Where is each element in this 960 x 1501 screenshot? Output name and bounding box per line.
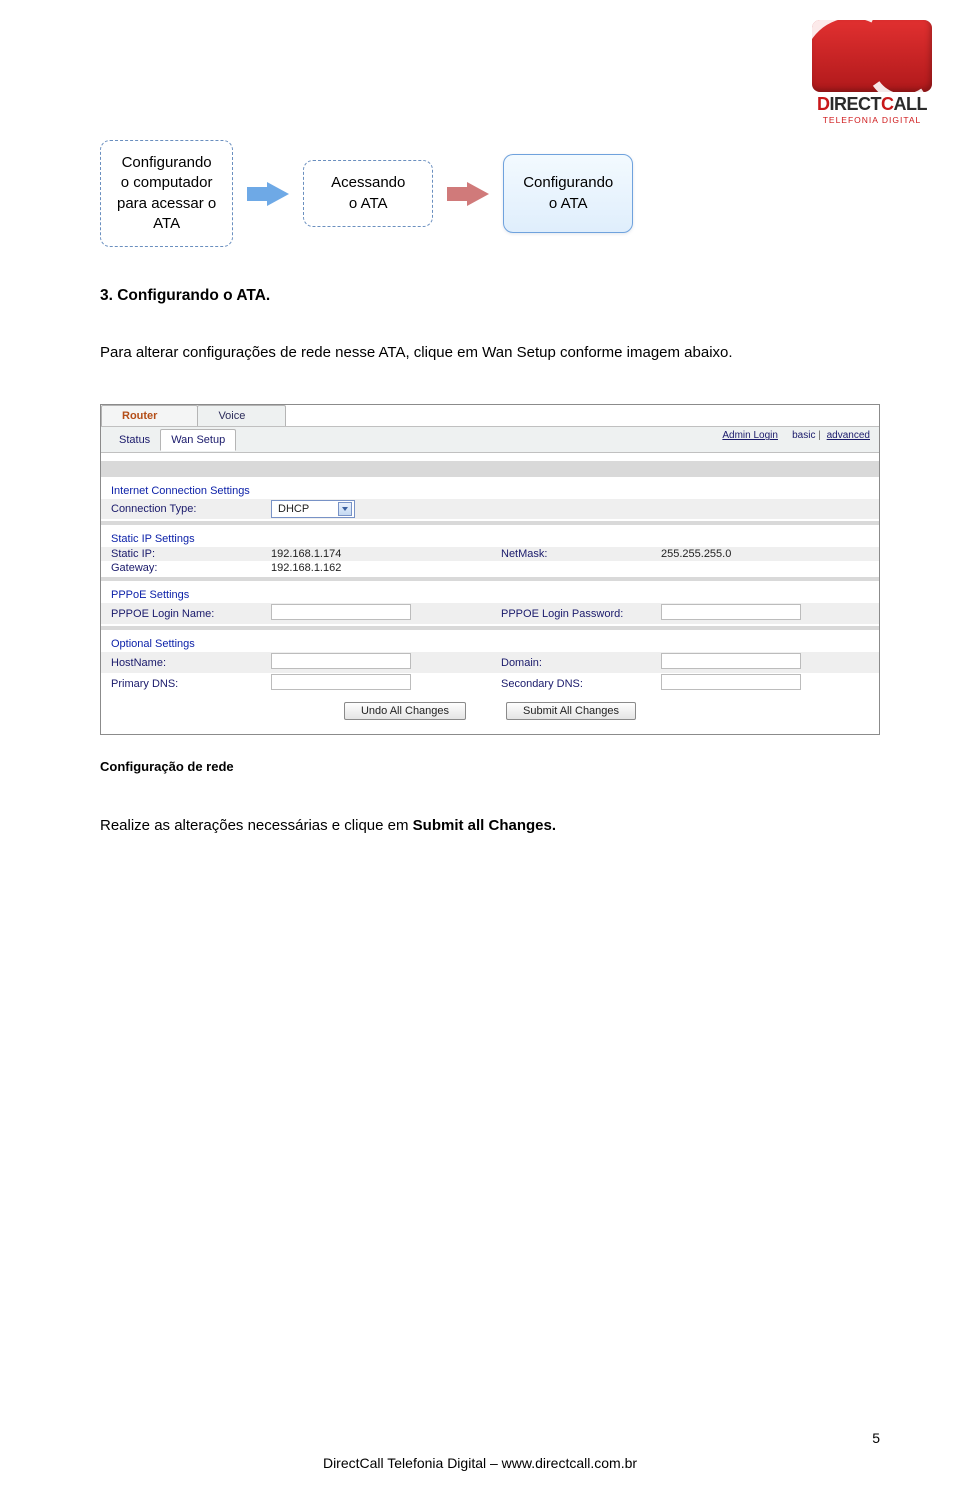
section-static-ip: Static IP Settings <box>101 527 879 547</box>
input-primary-dns[interactable] <box>271 674 411 690</box>
body-paragraph: Para alterar configurações de rede nesse… <box>100 341 880 364</box>
gray-band <box>101 577 879 581</box>
document-page: DIRECTCALL TELEFONIA DIGITAL Configurand… <box>0 0 960 938</box>
section-optional: Optional Settings <box>101 632 879 652</box>
subtab-status[interactable]: Status <box>109 430 160 450</box>
label-hostname: HostName: <box>111 657 271 669</box>
page-footer: DirectCall Telefonia Digital – www.direc… <box>0 1455 960 1471</box>
advanced-link[interactable]: advanced <box>827 430 870 441</box>
logo-letter-d: D <box>817 94 830 114</box>
admin-login-link[interactable]: Admin Login <box>722 430 778 441</box>
flow-step-1-line3: para acessar o <box>117 194 216 214</box>
section-internet-connection: Internet Connection Settings <box>101 479 879 499</box>
flow-step-1: Configurando o computador para acessar o… <box>100 140 233 247</box>
flow-step-1-line4: ATA <box>117 214 216 234</box>
flow-arrow-2 <box>467 182 489 206</box>
sub-tab-bar: Status Wan Setup Admin Login basic | adv… <box>101 426 879 453</box>
flow-step-1-line2: o computador <box>117 173 216 193</box>
row-connection-type: Connection Type: DHCP <box>101 499 879 519</box>
panel-body: Internet Connection Settings Connection … <box>101 453 879 734</box>
flow-step-1-line1: Configurando <box>117 153 216 173</box>
section-pppoe: PPPoE Settings <box>101 583 879 603</box>
label-static-ip: Static IP: <box>111 548 271 560</box>
row-pppoe-login: PPPOE Login Name: PPPOE Login Password: <box>101 603 879 624</box>
gray-band <box>101 521 879 525</box>
value-netmask: 255.255.255.0 <box>661 548 869 560</box>
input-hostname[interactable] <box>271 653 411 669</box>
page-number: 5 <box>872 1430 880 1446</box>
logo-tagline: TELEFONIA DIGITAL <box>812 115 932 125</box>
logo-wordmark: DIRECTCALL <box>812 94 932 115</box>
input-pppoe-login[interactable] <box>271 604 411 620</box>
row-static-ip: Static IP: 192.168.1.174 NetMask: 255.25… <box>101 547 879 561</box>
input-domain[interactable] <box>661 653 801 669</box>
row-primary-dns: Primary DNS: Secondary DNS: <box>101 673 879 694</box>
input-secondary-dns[interactable] <box>661 674 801 690</box>
logo-mark <box>812 20 932 92</box>
instruction-text: Realize as alterações necessárias e cliq… <box>100 817 413 834</box>
arrow-right-icon <box>267 182 289 206</box>
flow-step-3-line2: o ATA <box>522 194 614 214</box>
row-hostname: HostName: Domain: <box>101 652 879 673</box>
button-row: Undo All Changes Submit All Changes <box>101 694 879 724</box>
label-domain: Domain: <box>501 657 661 669</box>
flow-step-3-active: Configurando o ATA <box>503 154 633 233</box>
gray-band <box>101 626 879 630</box>
logo-word-irect: IRECT <box>830 94 882 114</box>
subtab-wan-setup[interactable]: Wan Setup <box>160 429 236 451</box>
arrow-right-icon <box>467 182 489 206</box>
login-links: Admin Login basic | advanced <box>719 430 873 441</box>
logo-letter-c: C <box>881 94 894 114</box>
instruction-paragraph: Realize as alterações necessárias e cliq… <box>100 814 880 837</box>
select-connection-type[interactable]: DHCP <box>271 500 355 518</box>
separator: | <box>818 430 821 441</box>
label-pppoe-password: PPPOE Login Password: <box>501 608 661 620</box>
brand-logo: DIRECTCALL TELEFONIA DIGITAL <box>812 20 932 125</box>
row-gateway: Gateway: 192.168.1.162 <box>101 561 879 575</box>
section-heading: 3. Configurando o ATA. <box>100 287 880 305</box>
router-config-panel: Router Voice Status Wan Setup Admin Logi… <box>100 404 880 735</box>
gray-band <box>101 461 879 477</box>
top-tab-bar: Router Voice <box>101 405 879 426</box>
flow-diagram: Configurando o computador para acessar o… <box>100 140 880 247</box>
logo-word-all: ALL <box>894 94 928 114</box>
instruction-bold: Submit all Changes. <box>413 817 556 834</box>
label-primary-dns: Primary DNS: <box>111 678 271 690</box>
image-caption: Configuração de rede <box>100 759 880 774</box>
submit-button[interactable]: Submit All Changes <box>506 702 636 720</box>
tab-voice[interactable]: Voice <box>197 405 286 426</box>
value-gateway: 192.168.1.162 <box>271 562 501 574</box>
undo-button[interactable]: Undo All Changes <box>344 702 466 720</box>
input-pppoe-password[interactable] <box>661 604 801 620</box>
label-secondary-dns: Secondary DNS: <box>501 678 661 690</box>
flow-step-2-line2: o ATA <box>320 194 416 214</box>
flow-step-3-line1: Configurando <box>522 173 614 193</box>
flow-step-2: Acessando o ATA <box>303 160 433 227</box>
flow-step-2-line1: Acessando <box>320 173 416 193</box>
select-value: DHCP <box>278 503 309 515</box>
label-netmask: NetMask: <box>501 548 661 560</box>
basic-link[interactable]: basic <box>792 430 815 441</box>
flow-arrow-1 <box>267 182 289 206</box>
chevron-down-icon <box>338 502 352 516</box>
label-connection-type: Connection Type: <box>111 503 271 515</box>
label-gateway: Gateway: <box>111 562 271 574</box>
value-static-ip: 192.168.1.174 <box>271 548 501 560</box>
label-pppoe-login: PPPOE Login Name: <box>111 608 271 620</box>
tab-router[interactable]: Router <box>101 405 198 426</box>
